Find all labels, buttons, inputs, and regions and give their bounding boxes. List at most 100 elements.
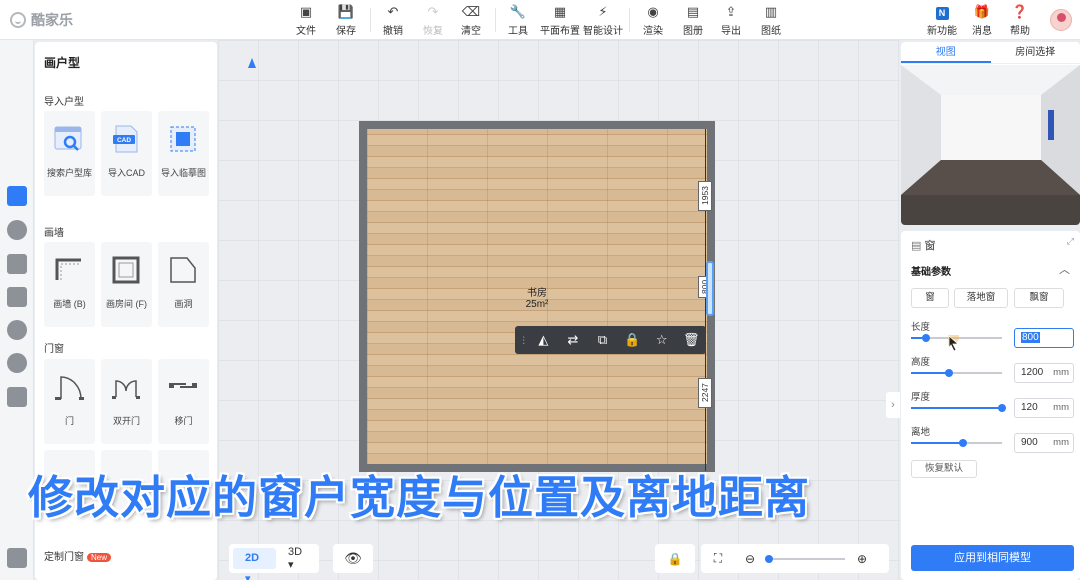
selected-window[interactable]: [706, 261, 714, 316]
draw-wall-card[interactable]: 画墙 (B): [44, 242, 95, 327]
tab-room-select[interactable]: 房间选择: [991, 42, 1080, 63]
type-floor-window-button[interactable]: 落地窗: [954, 288, 1008, 308]
eye-icon: 👁: [344, 550, 362, 566]
room-name: 书房: [527, 288, 547, 299]
import-tracing-card[interactable]: 导入临摹图: [158, 111, 209, 196]
floorplan-tool-icon[interactable]: [7, 186, 27, 206]
flip-icon[interactable]: ⇄: [558, 332, 588, 348]
mouse-cursor-icon: [948, 335, 960, 351]
room-icon: [112, 256, 140, 284]
floorplan-icon: ▦: [553, 4, 567, 19]
door-icon: [55, 376, 84, 400]
save-icon: 💾: [337, 4, 355, 19]
mirror-icon[interactable]: ◭: [529, 332, 559, 348]
file-button[interactable]: ▣ 文件: [286, 4, 326, 37]
lock-canvas-button[interactable]: 🔒: [655, 544, 695, 573]
room-area: 25m²: [525, 299, 549, 310]
height-input[interactable]: 1200 mm: [1014, 363, 1074, 383]
drawing-icon: ▥: [764, 4, 778, 19]
cube-icon[interactable]: [7, 320, 27, 340]
video-caption: 修改对应的窗户宽度与位置及离地距离: [28, 472, 811, 523]
type-bay-window-button[interactable]: 飘窗: [1014, 288, 1064, 308]
thickness-input[interactable]: 120 mm: [1014, 398, 1074, 418]
sofa-icon[interactable]: [7, 254, 27, 274]
drawing-button[interactable]: ▥ 图纸: [751, 4, 791, 37]
window-icon: ▤: [911, 240, 925, 252]
thickness-slider[interactable]: [911, 404, 1006, 412]
search-library-card[interactable]: 搜索户型库: [44, 111, 95, 196]
clear-button[interactable]: ⌫ 清空: [451, 4, 491, 37]
app-logo[interactable]: 酷家乐: [10, 10, 73, 30]
collapse-panel-icon[interactable]: ›: [886, 392, 900, 418]
draw-hole-card[interactable]: 画洞: [158, 242, 209, 327]
length-label: 长度: [911, 322, 931, 333]
export-icon: ⇪: [725, 4, 737, 19]
import-section-title: 导入户型: [44, 97, 84, 108]
compass-icon: [248, 58, 256, 68]
zoom-out-icon[interactable]: ⊖: [735, 552, 765, 566]
restore-default-button[interactable]: 恢复默认: [911, 460, 977, 478]
offground-label: 离地: [911, 427, 931, 438]
render-button[interactable]: ◉ 渲染: [633, 4, 673, 37]
avatar[interactable]: [1050, 9, 1072, 31]
crown-icon[interactable]: [7, 287, 27, 307]
save-button[interactable]: 💾 保存: [326, 4, 366, 37]
thickness-knob[interactable]: [998, 404, 1006, 412]
view-2d-button[interactable]: 2D ▾: [233, 548, 276, 580]
album-icon: ▤: [686, 4, 700, 19]
list-icon[interactable]: [7, 548, 27, 568]
height-knob[interactable]: [945, 369, 954, 377]
zoom-knob[interactable]: [765, 554, 773, 563]
user-icon[interactable]: [7, 353, 27, 373]
height-slider[interactable]: [911, 369, 1002, 377]
floorplan-button[interactable]: ▦ 平面布置: [540, 4, 580, 37]
cabinet-icon[interactable]: [7, 387, 27, 407]
length-input[interactable]: 800: [1014, 328, 1074, 348]
wrench-icon: 🔧: [509, 4, 527, 19]
double-door-icon: [112, 380, 140, 399]
lightbulb-icon[interactable]: [7, 220, 27, 240]
panel-header: ▤ 窗: [911, 240, 936, 252]
chevron-up-icon[interactable]: ︿: [1059, 261, 1070, 277]
redo-icon: ↷: [427, 4, 439, 19]
room-study[interactable]: 书房 25m²: [359, 121, 715, 472]
draw-room-card[interactable]: 画房间 (F): [101, 242, 152, 327]
messages-button[interactable]: 🎁 消息: [962, 4, 1002, 37]
offground-slider[interactable]: [911, 439, 1002, 447]
drag-handle-icon[interactable]: ⋮: [519, 335, 529, 346]
type-window-button[interactable]: 窗: [911, 288, 949, 308]
undo-icon: ↶: [387, 4, 399, 19]
sliding-door-card[interactable]: 移门: [158, 359, 209, 444]
zoom-in-icon[interactable]: ⊕: [845, 552, 879, 566]
double-door-card[interactable]: 双开门: [101, 359, 152, 444]
eraser-icon: ⌫: [461, 4, 481, 19]
fit-view-icon[interactable]: ⛶: [701, 551, 735, 566]
export-button[interactable]: ⇪ 导出: [711, 4, 751, 37]
help-button[interactable]: ❓ 帮助: [1000, 4, 1040, 37]
thickness-label: 厚度: [911, 392, 931, 403]
redo-button[interactable]: ↷ 恢复: [413, 4, 453, 37]
smart-design-button[interactable]: ⚡ 智能设计: [583, 4, 623, 37]
zoom-slider[interactable]: [765, 554, 845, 563]
view-3d-button[interactable]: 3D ▾: [276, 546, 319, 571]
expand-icon[interactable]: ⤢: [1067, 236, 1074, 247]
length-knob[interactable]: [921, 334, 930, 342]
tab-view[interactable]: 视图: [901, 42, 991, 63]
favorite-icon[interactable]: ☆: [647, 332, 677, 348]
3d-preview[interactable]: [901, 65, 1080, 225]
apply-same-model-button[interactable]: 应用到相同模型: [911, 545, 1074, 571]
tools-button[interactable]: 🔧 工具: [498, 4, 538, 37]
visibility-button[interactable]: 👁: [333, 544, 373, 573]
gift-icon: 🎁: [973, 4, 991, 19]
import-cad-card[interactable]: CAD 导入CAD: [101, 111, 152, 196]
undo-button[interactable]: ↶ 撤销: [373, 4, 413, 37]
help-icon: ❓: [1011, 4, 1029, 19]
door-card[interactable]: 门: [44, 359, 95, 444]
offground-input[interactable]: 900 mm: [1014, 433, 1074, 453]
album-button[interactable]: ▤ 图册: [673, 4, 713, 37]
duplicate-icon[interactable]: ⧉: [588, 332, 618, 348]
lock-icon[interactable]: 🔒: [617, 332, 647, 348]
delete-icon[interactable]: 🗑: [676, 332, 706, 348]
offground-knob[interactable]: [958, 439, 967, 447]
new-feature-button[interactable]: N 新功能: [922, 4, 962, 37]
